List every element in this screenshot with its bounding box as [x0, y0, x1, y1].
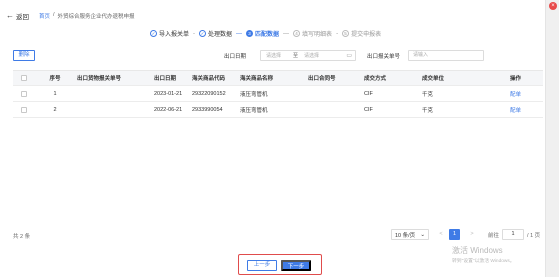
match-order-link[interactable]: 配单	[508, 106, 543, 114]
column-header: 出口合同号	[308, 76, 336, 82]
step-label: 匹配数据	[255, 32, 280, 38]
row-checkbox[interactable]	[21, 90, 27, 97]
step-separator: -	[193, 30, 196, 37]
step-separator: —	[283, 30, 290, 37]
deal-unit-cell: 千克	[422, 107, 434, 114]
data-table: 序号 出口货物报关单号 出口日期 海关商品代码 海关商品名称 出口合同号 成交方…	[13, 70, 543, 118]
step-process: ✓ 处理数据	[199, 29, 232, 38]
export-date-label: 出口日期	[224, 54, 247, 60]
column-header: 序号	[49, 76, 61, 82]
column-header: 操作	[510, 76, 522, 82]
deal-method-cell: CIF	[364, 106, 373, 113]
row-index: 2	[53, 106, 57, 113]
right-scrollbar[interactable]: ×	[545, 0, 559, 277]
breadcrumb-current: 外贸综合服务企业代办退税申报	[57, 14, 135, 20]
step-submit: 5 提交申报表	[342, 29, 381, 38]
deal-method-cell: CIF	[364, 90, 373, 97]
breadcrumb-home[interactable]: 首页	[39, 12, 50, 20]
total-count: 共 2 条	[13, 234, 31, 240]
export-date-cell: 2023-01-21	[154, 90, 183, 97]
row-checkbox[interactable]	[21, 106, 27, 113]
prev-page-button[interactable]: <	[435, 229, 447, 240]
date-range-separator: 至	[293, 53, 299, 59]
page-size-select[interactable]: 10 条/页 ⌄	[391, 229, 429, 240]
declaration-no-input[interactable]: 请输入	[408, 50, 484, 61]
arrow-left-icon: ←	[6, 11, 14, 20]
watermark-subtitle: 转到"设置"以激活 Windows。	[452, 259, 515, 264]
step-separator: —	[236, 30, 243, 37]
next-page-button[interactable]: >	[466, 229, 478, 240]
export-date-cell: 2022-06-21	[154, 106, 183, 113]
deal-unit-cell: 千克	[422, 91, 434, 98]
hs-name-cell: 液压弯管机	[240, 107, 268, 114]
check-circle-icon: ✓	[150, 30, 157, 37]
close-icon[interactable]: ×	[549, 2, 557, 10]
end-date-placeholder: 请选择	[304, 53, 320, 59]
pagination: 10 条/页 ⌄ < 1 > 前往 1 / 1 页	[391, 229, 540, 240]
back-label: 返回	[16, 14, 29, 21]
next-step-button[interactable]: 下一步	[281, 260, 311, 271]
column-header: 海关商品代码	[192, 76, 226, 82]
step-fill-detail: 4 填写明细表	[293, 29, 332, 38]
step-number-icon: 5	[342, 30, 350, 37]
top-bar: ← 返回 首页 / 外贸综合服务企业代办退税申报	[6, 10, 135, 22]
export-date-range-picker[interactable]: 请选择 至 请选择 ▭	[260, 50, 356, 61]
start-date-placeholder: 请选择	[266, 53, 282, 59]
chevron-down-icon: ⌄	[420, 231, 425, 238]
step-label: 提交申报表	[351, 32, 382, 38]
back-button[interactable]: ← 返回	[6, 11, 29, 22]
goto-label: 前往	[488, 232, 500, 239]
total-pages: / 1 页	[527, 232, 541, 239]
filter-bar: 删除 出口日期 请选择 至 请选择 ▭ 出口报关单号 请输入	[0, 50, 545, 62]
goto-page-input[interactable]: 1	[502, 229, 525, 240]
previous-step-button[interactable]: 上一步	[247, 260, 277, 271]
table-header: 序号 出口货物报关单号 出口日期 海关商品代码 海关商品名称 出口合同号 成交方…	[13, 71, 543, 86]
match-order-link[interactable]: 配单	[508, 90, 543, 98]
delete-button[interactable]: 删除	[13, 50, 35, 61]
breadcrumb-separator: /	[53, 12, 55, 18]
select-all-cell	[13, 75, 35, 81]
activation-watermark: 激活 Windows 转到"设置"以激活 Windows。	[452, 245, 515, 264]
page-number-current[interactable]: 1	[449, 229, 460, 240]
step-separator: -	[336, 30, 339, 37]
column-header: 出口货物报关单号	[77, 76, 122, 82]
step-import: ✓ 导入报关单	[150, 29, 189, 38]
step-progress: ✓ 导入报关单 - ✓ 处理数据 — 3 匹配数据 — 4 填写明细表 - 5 …	[150, 29, 381, 38]
hs-code-cell: 29322090152	[192, 90, 226, 97]
step-number-icon: 4	[293, 30, 301, 37]
column-header: 成交方式	[364, 76, 387, 82]
column-header: 成交单位	[422, 76, 445, 82]
table-row: 1 2023-01-21 29322090152 液压弯管机 CIF 千克 配单	[13, 86, 543, 102]
hs-code-cell: 2933990054	[192, 106, 223, 113]
step-match: 3 匹配数据	[246, 29, 279, 38]
step-label: 填写明细表	[302, 32, 333, 38]
row-select-cell	[13, 90, 35, 97]
declaration-no-label: 出口报关单号	[367, 54, 401, 60]
column-header: 出口日期	[154, 76, 177, 82]
calendar-icon: ▭	[346, 53, 352, 59]
column-header: 海关商品名称	[240, 76, 274, 82]
table-row: 2 2022-06-21 2933990054 液压弯管机 CIF 千克 配单	[13, 102, 543, 118]
step-label: 导入报关单	[159, 32, 190, 38]
select-all-checkbox[interactable]	[21, 75, 27, 81]
step-number-icon: 3	[246, 30, 254, 37]
check-circle-icon: ✓	[199, 30, 207, 37]
row-index: 1	[53, 90, 57, 97]
step-label: 处理数据	[208, 32, 233, 38]
row-select-cell	[13, 106, 35, 113]
hs-name-cell: 液压弯管机	[240, 91, 268, 98]
breadcrumb: 首页 / 外贸综合服务企业代办退税申报	[39, 12, 135, 20]
page-size-value: 10 条/页	[395, 232, 416, 239]
watermark-title: 激活 Windows	[452, 246, 503, 255]
